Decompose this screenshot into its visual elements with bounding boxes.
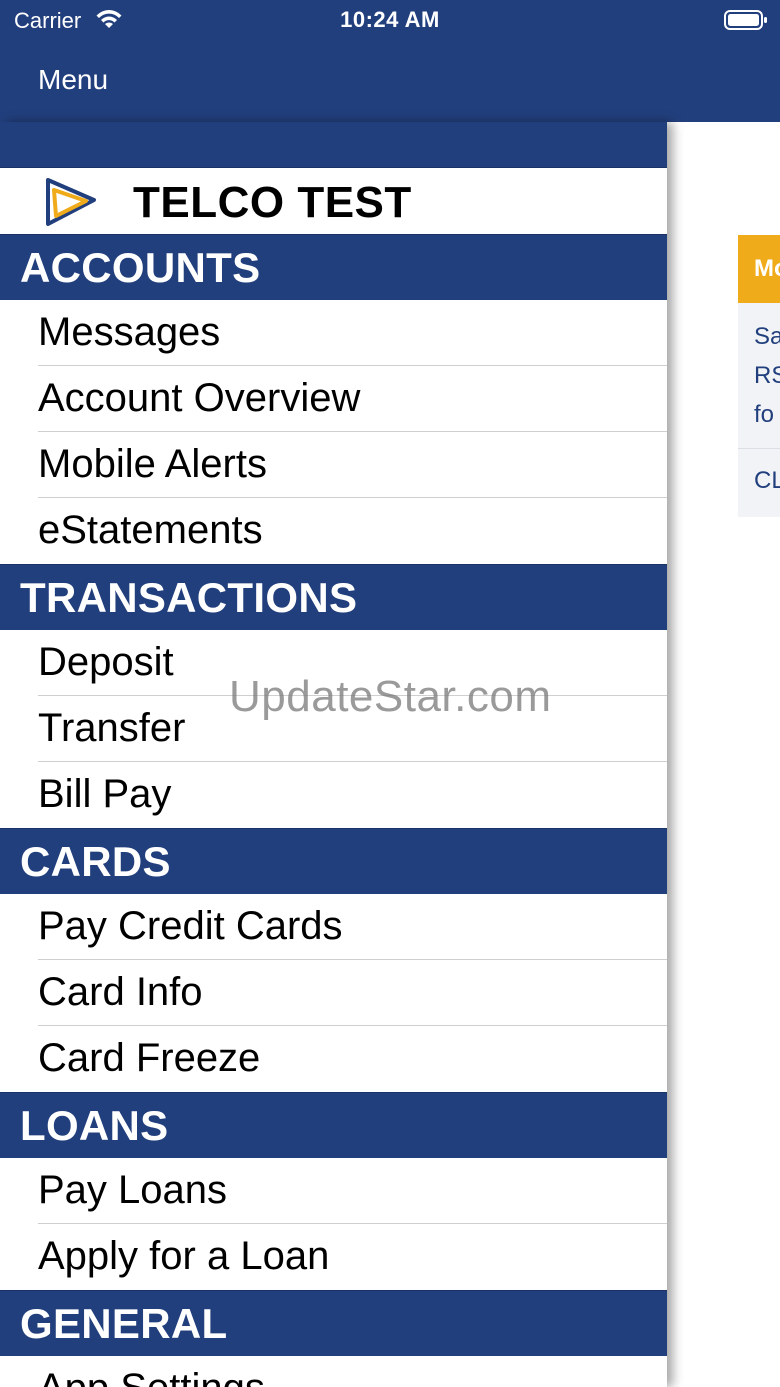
menu-item-label: Transfer <box>38 706 186 750</box>
menu-item-account-overview[interactable]: Account Overview <box>0 366 667 432</box>
message-card-line: fo <box>754 401 775 428</box>
menu-item-bill-pay[interactable]: Bill Pay <box>0 762 667 828</box>
message-card[interactable]: Mo Sa RS fo CL <box>738 235 780 517</box>
menu-item-app-settings[interactable]: App Settings <box>0 1356 667 1387</box>
section-header-transactions: TRANSACTIONS <box>0 564 667 630</box>
menu-item-pay-loans[interactable]: Pay Loans <box>0 1158 667 1224</box>
transactions-menu-list: Deposit Transfer Bill Pay <box>0 630 667 828</box>
section-header-accounts: ACCOUNTS <box>0 234 667 300</box>
menu-item-label: Messages <box>38 310 221 354</box>
menu-item-label: Card Info <box>38 970 203 1014</box>
section-header-loans: LOANS <box>0 1092 667 1158</box>
menu-item-messages[interactable]: Messages <box>0 300 667 366</box>
menu-item-label: Bill Pay <box>38 772 172 816</box>
menu-item-mobile-alerts[interactable]: Mobile Alerts <box>0 432 667 498</box>
menu-item-label: Apply for a Loan <box>38 1234 330 1278</box>
status-time: 10:24 AM <box>340 7 440 32</box>
message-card-header: Mo <box>738 235 780 303</box>
section-header-cards: CARDS <box>0 828 667 894</box>
brand-header: TELCO TEST <box>0 168 667 234</box>
loans-menu-list: Pay Loans Apply for a Loan <box>0 1158 667 1290</box>
message-card-close-button[interactable]: CL <box>738 449 780 495</box>
accounts-menu-list: Messages Account Overview Mobile Alerts … <box>0 300 667 564</box>
menu-item-label: Pay Loans <box>38 1168 228 1212</box>
menu-item-card-info[interactable]: Card Info <box>0 960 667 1026</box>
cards-menu-list: Pay Credit Cards Card Info Card Freeze <box>0 894 667 1092</box>
drawer-top-spacer <box>0 122 667 168</box>
menu-item-label: Card Freeze <box>38 1036 261 1080</box>
menu-item-label: Account Overview <box>38 376 361 420</box>
menu-item-label: Pay Credit Cards <box>38 904 343 948</box>
message-card-line: Sa <box>754 323 780 350</box>
message-card-body: Sa RS fo <box>738 303 780 449</box>
brand-logo-icon <box>46 178 96 226</box>
menu-item-label: App Settings <box>38 1366 265 1387</box>
menu-item-label: Mobile Alerts <box>38 442 267 486</box>
message-card-line: RS <box>754 362 780 389</box>
main-content: Mo Sa RS fo CL <box>667 122 780 1387</box>
general-menu-list: App Settings <box>0 1356 667 1387</box>
menu-item-label: eStatements <box>38 508 263 552</box>
side-menu-drawer: TELCO TEST ACCOUNTS Messages Account Ove… <box>0 122 667 1387</box>
status-bar: Carrier 10:24 AM <box>0 0 780 42</box>
menu-item-card-freeze[interactable]: Card Freeze <box>0 1026 667 1092</box>
menu-item-estatements[interactable]: eStatements <box>0 498 667 564</box>
menu-item-pay-credit-cards[interactable]: Pay Credit Cards <box>0 894 667 960</box>
watermark: UpdateStar.com <box>229 672 552 721</box>
menu-item-label: Deposit <box>38 640 174 684</box>
brand-name: TELCO TEST <box>133 178 412 227</box>
menu-item-apply-for-loan[interactable]: Apply for a Loan <box>0 1224 667 1290</box>
menu-title: Menu <box>38 64 109 95</box>
navigation-bar: Menu <box>0 42 780 122</box>
section-header-general: GENERAL <box>0 1290 667 1356</box>
battery-icon <box>724 10 767 30</box>
